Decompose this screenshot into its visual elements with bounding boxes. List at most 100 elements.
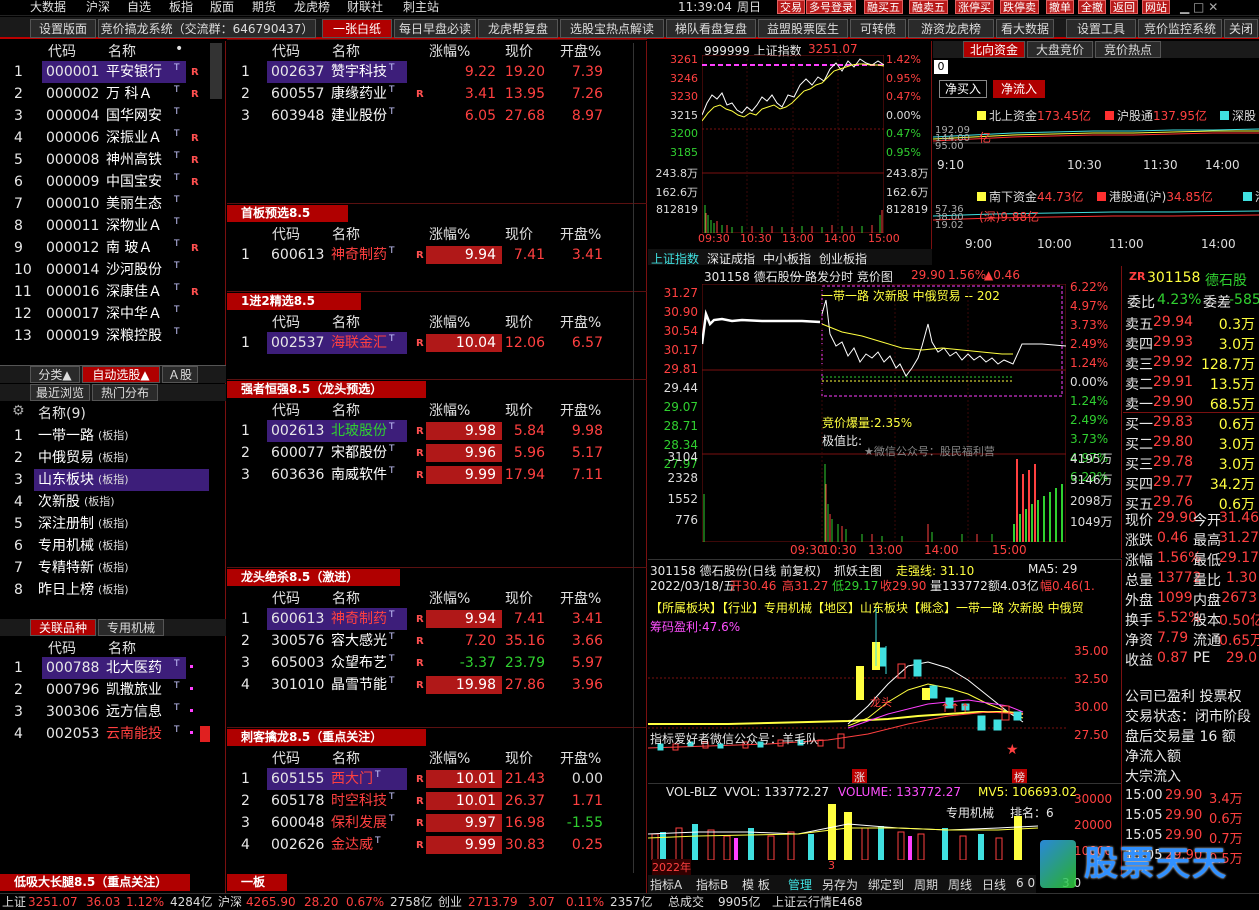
tab-monitor[interactable]: 竞价监控系统 xyxy=(1138,19,1222,38)
tab-big-data[interactable]: 看大数据 xyxy=(996,19,1054,38)
tab-tools[interactable]: 设置工具 xyxy=(1066,19,1136,38)
stock-name[interactable]: 深中华Ａ xyxy=(106,303,162,325)
stock-name[interactable]: 凯撒旅业 xyxy=(106,679,162,701)
sector-item[interactable]: 次新股 xyxy=(34,491,209,513)
margin-buy-button[interactable]: 融买五 xyxy=(864,0,903,14)
tab-machinery[interactable]: 专用机械 xyxy=(98,619,164,636)
toolbar-button[interactable]: 另存为 xyxy=(822,876,858,893)
stock-name[interactable]: 北玻股份 xyxy=(331,420,387,442)
toolbar-button[interactable]: 周线 xyxy=(948,876,972,893)
menu-item[interactable]: 板指 xyxy=(169,0,193,15)
stock-name[interactable]: 国华网安 xyxy=(106,105,162,127)
menu-item[interactable]: 龙虎榜 xyxy=(294,0,330,15)
stock-name[interactable]: 远方信息 xyxy=(106,701,162,723)
tab-category[interactable]: 分类▲ xyxy=(30,366,80,383)
stock-name[interactable]: 南 玻Ａ xyxy=(106,237,152,259)
toolbar-button[interactable]: 绑定到 xyxy=(868,876,904,893)
stock-name[interactable]: 南威软件 xyxy=(331,464,387,486)
stock-name[interactable]: 神州高铁 xyxy=(106,149,162,171)
stock-name[interactable]: 北大医药 xyxy=(106,657,162,679)
tab-gem-index[interactable]: 创业板指 xyxy=(819,250,867,267)
net-inflow-button[interactable]: 净流入 xyxy=(993,80,1045,98)
stock-name[interactable]: 晶雪节能 xyxy=(331,674,387,696)
window-controls-icon[interactable]: ▁ □ ✕ xyxy=(1180,0,1218,15)
stock-name[interactable]: 众望布艺 xyxy=(331,652,387,674)
tab-auction-hot[interactable]: 竞价热点 xyxy=(1095,41,1161,58)
toolbar-button[interactable]: 指标B xyxy=(696,876,728,893)
toolbar-button[interactable]: 指标A xyxy=(650,876,682,893)
trade-button[interactable]: 交易 xyxy=(777,0,805,14)
toolbar-button[interactable]: 周期 xyxy=(914,876,938,893)
screen-label-first-board[interactable]: 一板 xyxy=(227,874,287,891)
stock-name[interactable]: 海联金汇 xyxy=(331,332,387,354)
cancel-all-button[interactable]: 全撤 xyxy=(1078,0,1106,14)
scrollbar[interactable] xyxy=(210,43,222,99)
tab-convertible[interactable]: 可转债 xyxy=(850,19,906,38)
stock-name[interactable]: 建业股份 xyxy=(331,105,387,127)
limit-up-buy-button[interactable]: 涨停买 xyxy=(955,0,994,14)
stock-name[interactable]: 云南能投 xyxy=(106,723,162,745)
tab-dragon-review[interactable]: 龙虎帮复盘 xyxy=(478,19,558,38)
toolbar-button[interactable]: 日线 xyxy=(982,876,1006,893)
tab-close[interactable]: 关闭 xyxy=(1224,19,1258,38)
stock-name[interactable]: 平安银行 xyxy=(106,61,162,83)
tab-sz-index[interactable]: 深证成指 xyxy=(707,250,755,267)
tab-layout[interactable]: 设置版面 xyxy=(30,19,96,38)
tab-auto-pick[interactable]: 自动选股▲ xyxy=(82,366,160,383)
screen-label-left[interactable]: 低吸大长腿8.5（重点关注） xyxy=(0,874,190,891)
stock-name[interactable]: 沙河股份 xyxy=(106,259,162,281)
stock-name[interactable]: 神奇制药 xyxy=(331,244,387,266)
limit-down-sell-button[interactable]: 跌停卖 xyxy=(1000,0,1039,14)
tab-auction-market[interactable]: 大盘竞价 xyxy=(1027,41,1093,58)
menu-item[interactable]: 沪深 xyxy=(86,0,110,15)
tab-stock-doctor[interactable]: 益盟股票医生 xyxy=(758,19,848,38)
screen-title[interactable]: 龙头绝杀8.5（激进） xyxy=(227,569,400,586)
stock-name[interactable]: 金达威 xyxy=(331,834,373,856)
website-button[interactable]: 网站 xyxy=(1142,0,1170,14)
tab-blank-sheet[interactable]: 一张白纸 xyxy=(322,19,392,38)
stock-name[interactable]: 深物业Ａ xyxy=(106,215,162,237)
stock-name[interactable]: 深振业Ａ xyxy=(106,127,162,149)
tab-hot-money[interactable]: 游资龙虎榜 xyxy=(908,19,994,38)
stock-name[interactable]: 万 科Ａ xyxy=(106,83,152,105)
tab-sme-index[interactable]: 中小板指 xyxy=(763,250,811,267)
back-button[interactable]: 返回 xyxy=(1110,0,1138,14)
menu-item[interactable]: 自选 xyxy=(127,0,151,15)
tab-a-share[interactable]: Ａ股 xyxy=(162,366,198,383)
net-buy-button[interactable]: 净买入 xyxy=(939,80,987,98)
scroll-arrows[interactable] xyxy=(633,43,645,873)
tab-auction-system[interactable]: 竞价搞龙系统（交流群：646790437） xyxy=(98,19,316,38)
stock-name[interactable]: 时空科技 xyxy=(331,790,387,812)
menu-item[interactable]: 大数据 xyxy=(30,0,66,15)
stock-name[interactable]: 中国宝安 xyxy=(106,171,162,193)
stock-name[interactable]: 保利发展 xyxy=(331,812,387,834)
toolbar-button[interactable]: 模 板 xyxy=(742,876,770,893)
menu-item[interactable]: 版面 xyxy=(210,0,234,15)
stock-name[interactable]: 赞宇科技 xyxy=(331,61,387,83)
tab-hot-dist[interactable]: 热门分布 xyxy=(92,384,158,401)
tab-morning-read[interactable]: 每日早盘必读 xyxy=(394,19,476,38)
menu-item[interactable]: 刺主站 xyxy=(403,0,439,15)
screen-title[interactable]: 刺客擒龙8.5（重点关注） xyxy=(227,729,426,746)
stock-name[interactable]: 西大门 xyxy=(331,768,373,790)
stock-name[interactable]: 神奇制药 xyxy=(331,608,387,630)
tab-north-fund[interactable]: 北向资金 xyxy=(963,41,1025,58)
multi-login-button[interactable]: 多号登录 xyxy=(806,0,856,14)
margin-sell-button[interactable]: 融卖五 xyxy=(909,0,948,14)
cancel-order-button[interactable]: 撤单 xyxy=(1046,0,1074,14)
stock-name[interactable]: 美丽生态 xyxy=(106,193,162,215)
gear-icon[interactable]: ⚙ xyxy=(12,403,25,419)
toolbar-button[interactable]: 管理 xyxy=(788,876,813,894)
tab-ladder[interactable]: 梯队看盘复盘 xyxy=(666,19,756,38)
stock-name[interactable]: 深康佳Ａ xyxy=(106,281,162,303)
stock-name[interactable]: 容大感光 xyxy=(331,630,387,652)
stock-name[interactable]: 康缘药业 xyxy=(331,83,387,105)
screen-title[interactable]: 首板预选8.5 xyxy=(227,205,348,222)
tab-hotspot[interactable]: 选股宝热点解读 xyxy=(560,19,664,38)
stock-name[interactable]: 宋都股份 xyxy=(331,442,387,464)
tab-related[interactable]: 关联品种 xyxy=(30,619,96,636)
screen-title[interactable]: 1进2精选8.5 xyxy=(227,293,361,310)
menu-item[interactable]: 财联社 xyxy=(347,0,383,15)
menu-item[interactable]: 期货 xyxy=(252,0,276,15)
screen-title[interactable]: 强者恒强8.5（龙头预选） xyxy=(227,381,426,398)
